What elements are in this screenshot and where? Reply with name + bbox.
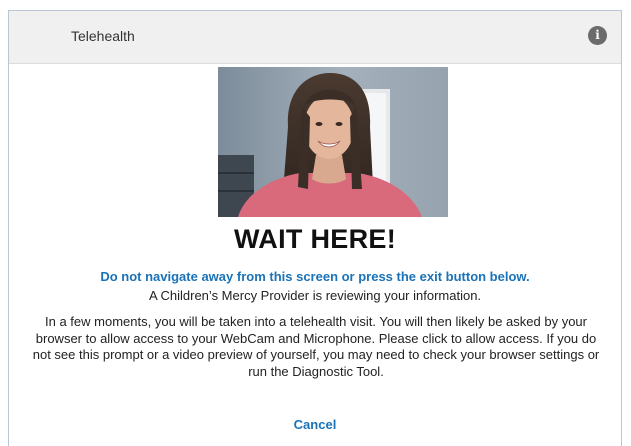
cancel-button[interactable]: Cancel	[285, 417, 345, 432]
provider-reviewing-text: A Children’s Mercy Provider is reviewing…	[148, 288, 482, 303]
video-preview	[218, 67, 448, 217]
header-title: Telehealth	[71, 28, 135, 44]
telehealth-panel: Telehealth i WAIT HERE! Do not navigate …	[8, 10, 622, 446]
info-icon[interactable]: i	[588, 26, 607, 45]
panel-header: Telehealth i	[9, 11, 621, 64]
instructions-text: In a few moments, you will be taken into…	[32, 314, 600, 379]
wait-heading: WAIT HERE!	[234, 224, 396, 254]
webcam-preview-image	[218, 67, 448, 217]
navigation-warning: Do not navigate away from this screen or…	[100, 269, 530, 284]
